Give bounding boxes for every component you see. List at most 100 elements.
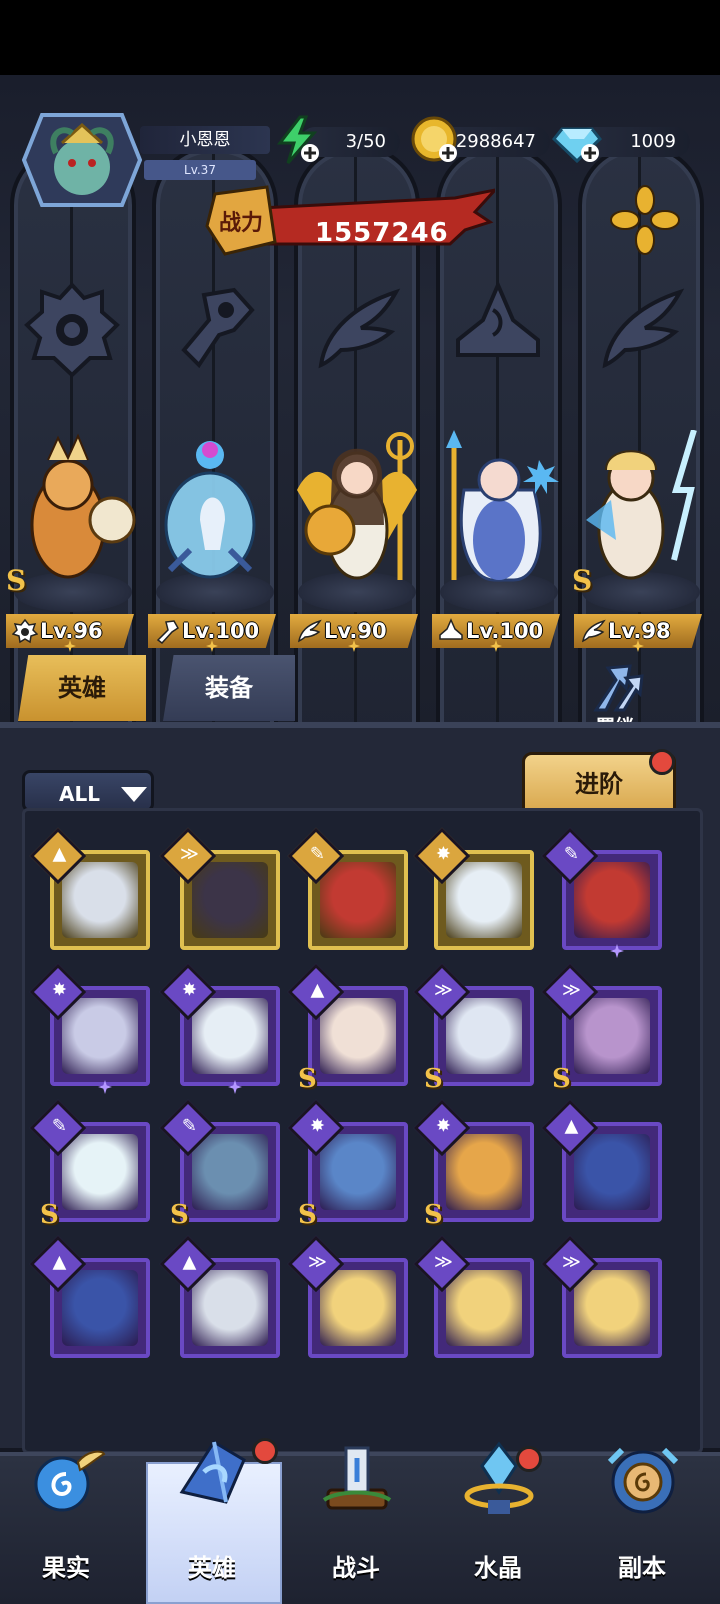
nav-fruit-label: 果实	[42, 1554, 90, 1582]
rank-badge: S	[170, 1200, 189, 1230]
hero-3-level: Lv.90	[324, 619, 387, 643]
nav-crystal-label: 水晶	[474, 1554, 522, 1582]
nav-heroes-badge	[252, 1438, 278, 1464]
tab-heroes[interactable]: 英雄	[18, 655, 146, 721]
hero-portrait	[320, 1270, 396, 1346]
bond-icon	[593, 664, 644, 712]
hero-card[interactable]: ≫ S	[413, 963, 534, 1094]
hero-portrait	[574, 1134, 650, 1210]
nav-crystal[interactable]: 水晶	[438, 1440, 558, 1600]
nav-heroes[interactable]: 英雄	[152, 1438, 278, 1600]
lineup-hero-5[interactable]	[576, 430, 706, 590]
hero-card[interactable]: ≫	[413, 1235, 534, 1358]
hero-card[interactable]: ▲	[29, 1235, 150, 1358]
player-level: Lv.37	[144, 160, 256, 180]
rank-badge: S	[424, 1064, 443, 1094]
combat-power-label: 战力	[219, 211, 263, 236]
nav-dungeon-label: 副本	[618, 1554, 666, 1582]
nav-heroes-label: 英雄	[188, 1554, 236, 1582]
hero-5-rank-badge: S	[572, 564, 593, 597]
hero-portrait	[62, 1270, 138, 1346]
add-gold-button[interactable]	[410, 115, 460, 165]
hero-5-level: Lv.98	[608, 619, 671, 643]
nav-battle[interactable]: 战斗	[296, 1440, 416, 1600]
add-stamina-button[interactable]	[272, 115, 322, 165]
filter-label: ALL	[59, 782, 100, 806]
mage-emblem-icon	[456, 280, 540, 357]
hero-portrait	[320, 1134, 396, 1210]
combat-power-value: 1557246	[315, 218, 449, 248]
hero-card[interactable]: ✸ S	[413, 1099, 534, 1230]
hero-4-level: Lv.100	[466, 619, 544, 643]
status-bar	[0, 0, 720, 75]
hero-portrait	[574, 862, 650, 938]
hero-portrait	[62, 862, 138, 938]
hero-card[interactable]: ≫	[159, 827, 280, 950]
beast-emblem-icon	[24, 282, 120, 378]
battle-icon	[322, 1446, 392, 1510]
wing-emblem-icon	[602, 288, 685, 369]
lineup-hero-3[interactable]	[292, 430, 422, 590]
hero-portrait	[446, 862, 522, 938]
hero-1-rank-badge: S	[6, 564, 27, 597]
hero-card[interactable]: ≫ S	[541, 963, 662, 1094]
class-filter-dropdown[interactable]: ALL	[22, 770, 154, 812]
hero-card[interactable]: ▲	[159, 1235, 280, 1358]
nav-dungeon[interactable]: 副本	[582, 1440, 702, 1600]
hero-card[interactable]: ▲ S	[287, 963, 408, 1094]
hero-portrait	[574, 1270, 650, 1346]
player-name: 小恩恩	[140, 126, 270, 154]
hero-card[interactable]: ✸	[413, 827, 534, 950]
lineup-hero-4[interactable]	[434, 430, 564, 590]
hero-card[interactable]: ✎ S	[159, 1099, 280, 1230]
hero-portrait	[574, 998, 650, 1074]
nav-battle-label: 战斗	[332, 1554, 380, 1582]
rank-badge: S	[424, 1200, 443, 1230]
wing-emblem-icon	[318, 288, 401, 369]
hero-portrait	[192, 1270, 268, 1346]
dungeon-icon	[607, 1447, 679, 1514]
hero-card[interactable]: ✎	[541, 827, 662, 958]
hero-card[interactable]: ≫	[287, 1235, 408, 1358]
hero-card[interactable]: ✸	[29, 963, 150, 1094]
nav-crystal-badge	[516, 1446, 542, 1472]
wing-class-icon	[581, 619, 606, 643]
hero-card[interactable]: ▲	[29, 827, 150, 950]
hero-portrait	[62, 1134, 138, 1210]
beast-class-icon	[12, 618, 38, 644]
hero-card[interactable]: ✸ S	[287, 1099, 408, 1230]
hero-card[interactable]: ✸	[159, 963, 280, 1094]
advance-label: 进阶	[575, 770, 623, 798]
stamina-value: 3/50	[345, 131, 386, 152]
mech-class-icon	[156, 620, 179, 644]
lineup-hero-1[interactable]	[8, 430, 138, 590]
hero-1-level: Lv.96	[40, 619, 103, 643]
diamond-value: 1009	[630, 131, 676, 152]
add-diamond-button[interactable]	[552, 115, 602, 165]
mage-class-icon	[439, 618, 463, 640]
hero-portrait	[446, 998, 522, 1074]
rank-badge: S	[40, 1200, 59, 1230]
hero-portrait	[192, 1134, 268, 1210]
mech-emblem-icon	[181, 287, 255, 369]
rank-badge: S	[298, 1064, 317, 1094]
hero-portrait	[446, 1134, 522, 1210]
hero-card[interactable]: ✎ S	[29, 1099, 150, 1230]
sparkle-menu-icon[interactable]	[610, 185, 680, 255]
tab-equipment[interactable]: 装备	[163, 655, 295, 721]
hero-2-level: Lv.100	[182, 619, 260, 643]
hero-portrait	[320, 862, 396, 938]
hero-portrait	[62, 998, 138, 1074]
hero-card[interactable]: ▲	[541, 1099, 662, 1222]
player-avatar[interactable]	[22, 105, 142, 215]
nav-fruit[interactable]: 果实	[6, 1440, 126, 1600]
hero-portrait	[446, 1270, 522, 1346]
chevron-down-icon	[121, 787, 147, 802]
rank-badge: S	[298, 1200, 317, 1230]
rank-badge: S	[552, 1064, 571, 1094]
hero-portrait	[192, 998, 268, 1074]
gold-value: 2988647	[455, 131, 536, 152]
hero-card[interactable]: ✎	[287, 827, 408, 950]
lineup-hero-2[interactable]	[150, 430, 280, 590]
hero-card[interactable]: ≫	[541, 1235, 662, 1358]
